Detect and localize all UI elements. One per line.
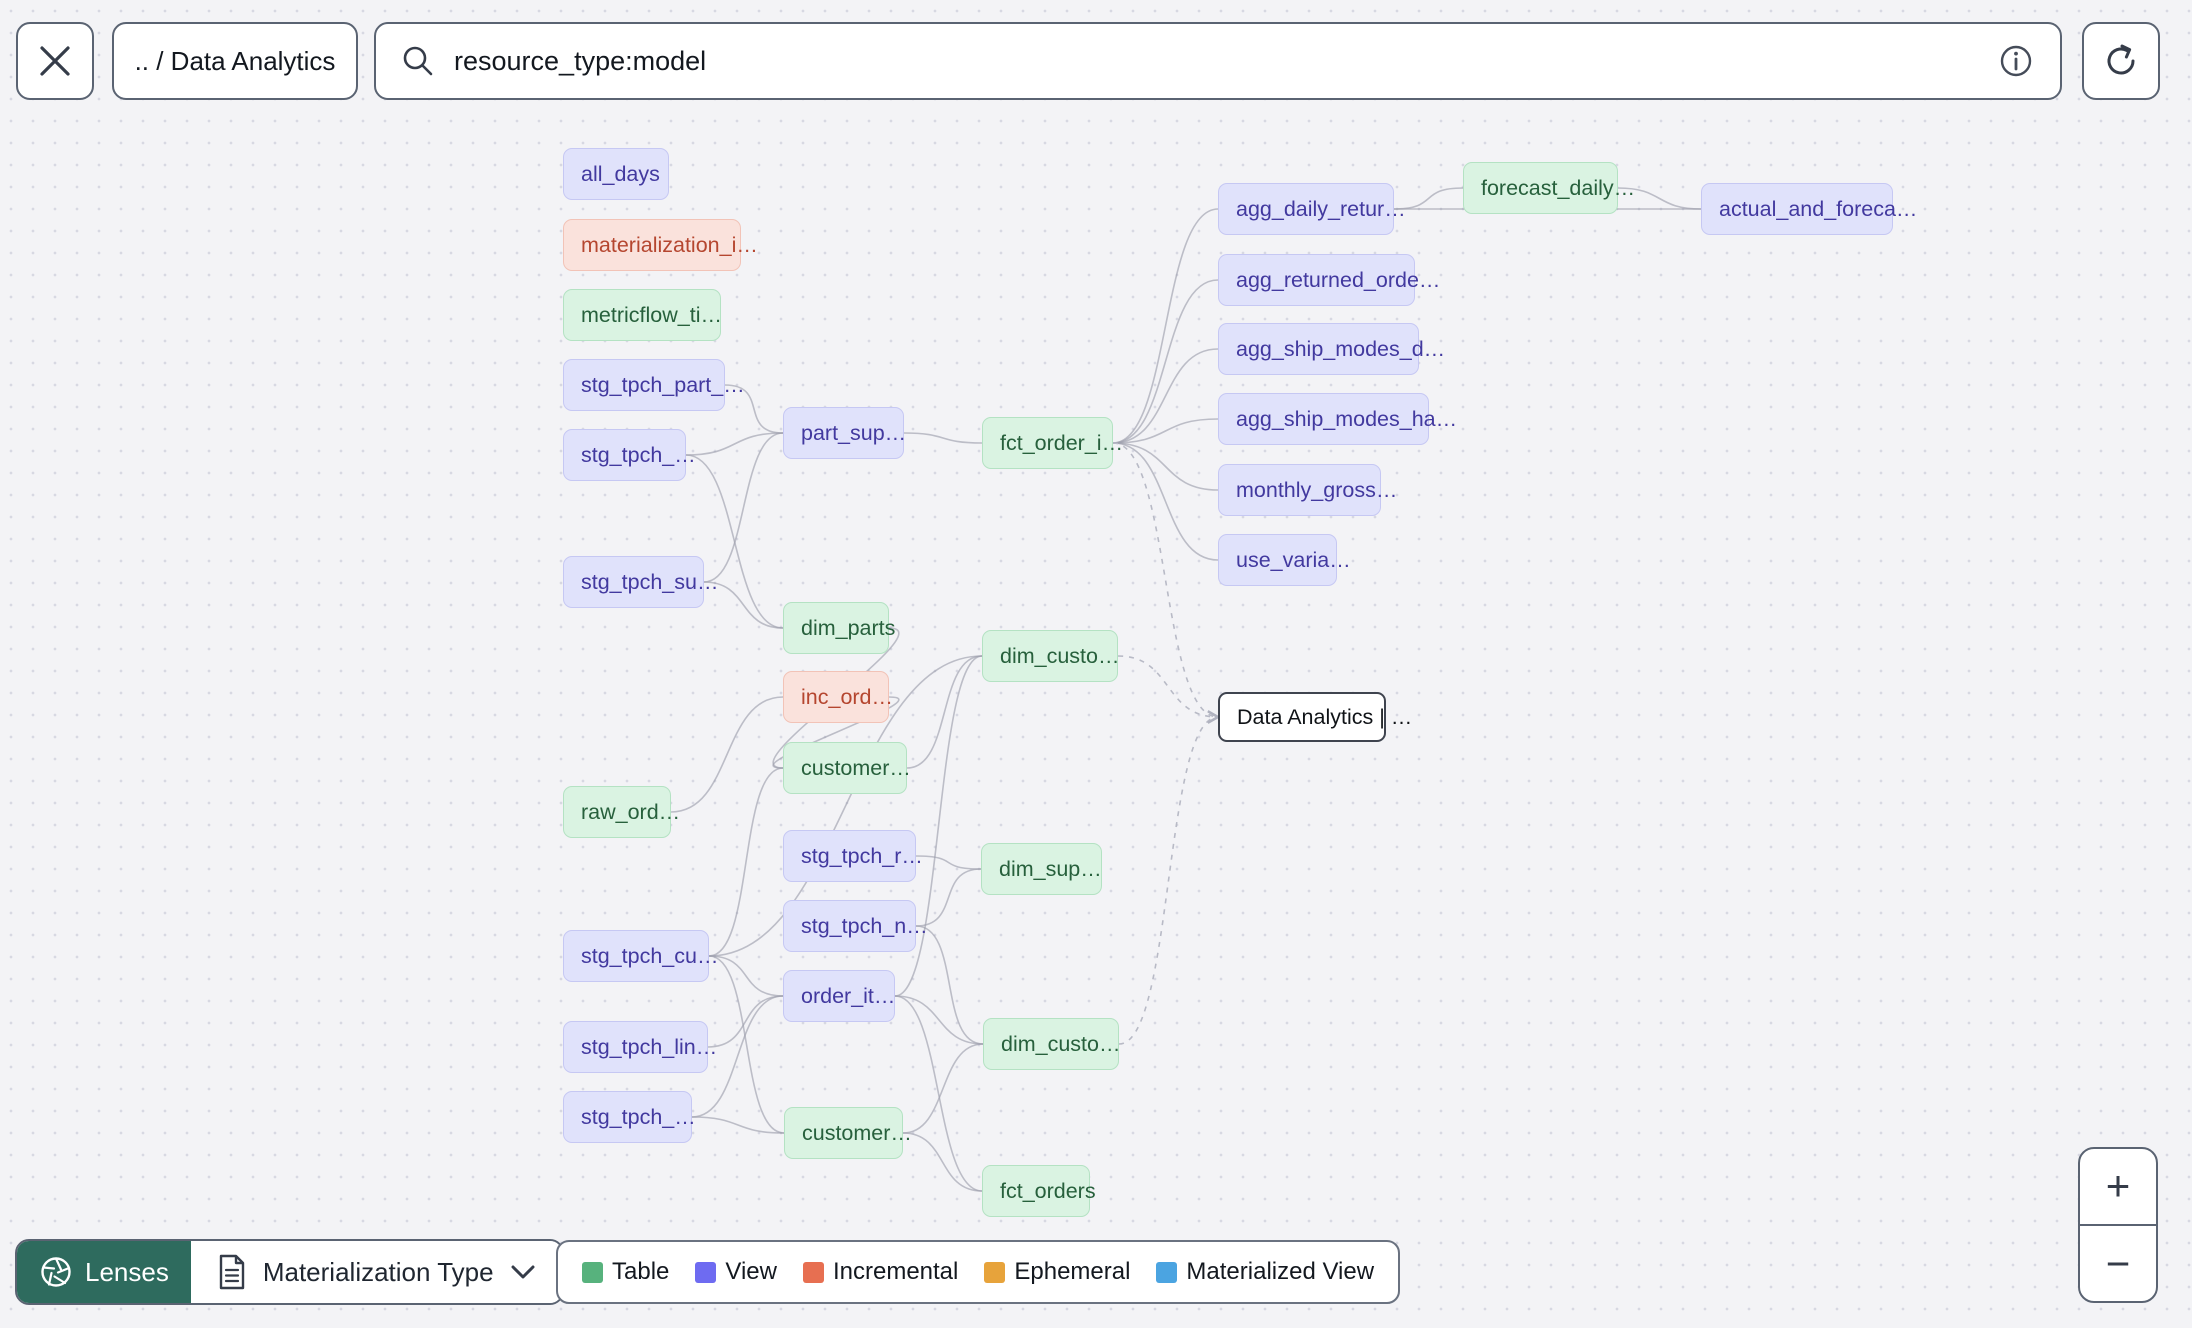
graph-node-n5[interactable]: stg_tpch_… <box>563 429 696 481</box>
search-input[interactable]: resource_type:model <box>374 22 2062 100</box>
graph-node-n28[interactable]: monthly_gross… <box>1218 464 1397 516</box>
legend-swatch <box>582 1261 603 1283</box>
lenses-label: Lenses <box>85 1256 169 1287</box>
refresh-button[interactable] <box>2082 22 2160 100</box>
selector-label: Materialization Type <box>262 1256 494 1287</box>
graph-node-n9[interactable]: stg_tpch_lin… <box>563 1021 717 1073</box>
close-button[interactable] <box>16 22 94 100</box>
breadcrumb-label: .. / Data Analytics <box>134 45 336 76</box>
legend-swatch <box>1156 1261 1178 1283</box>
graph-node-n29[interactable]: use_varia… <box>1218 534 1351 586</box>
aperture-icon <box>41 1257 71 1287</box>
graph-node-n3[interactable]: metricflow_ti… <box>563 289 722 341</box>
graph-node-n21[interactable]: dim_sup… <box>981 843 1102 895</box>
legend-item-incremental: Incremental <box>802 1258 959 1286</box>
graph-node-n26[interactable]: agg_ship_modes_d… <box>1218 323 1445 375</box>
legend: Table View Incremental Ephemeral Materialize… <box>556 1240 1401 1304</box>
graph-node-n8[interactable]: stg_tpch_cu… <box>563 930 718 982</box>
search-icon <box>403 46 433 76</box>
breadcrumb[interactable]: .. / Data Analytics <box>112 22 358 100</box>
graph-node-n14[interactable]: customer… <box>783 742 911 794</box>
legend-item-table: Table <box>582 1258 669 1286</box>
zoom-control: + − <box>2078 1147 2158 1303</box>
graph-node-n32[interactable]: Data Analytics | … <box>1218 692 1412 742</box>
legend-swatch <box>802 1261 824 1283</box>
legend-item-view: View <box>695 1258 777 1286</box>
graph-node-n13[interactable]: inc_ord… <box>783 671 893 723</box>
graph-node-n22[interactable]: dim_custo… <box>983 1018 1121 1070</box>
legend-label: Table <box>612 1258 670 1285</box>
graph-node-n27[interactable]: agg_ship_modes_ha… <box>1218 393 1457 445</box>
graph-node-n1[interactable]: all_days <box>563 148 669 200</box>
info-icon[interactable] <box>1996 41 2036 81</box>
graph-node-n4[interactable]: stg_tpch_part_… <box>563 359 745 411</box>
chevron-down-icon <box>511 1265 535 1279</box>
lenses-control: Lenses Materialization Type <box>15 1239 564 1305</box>
graph-node-n20[interactable]: dim_custo… <box>982 630 1120 682</box>
legend-item-ephemeral: Ephemeral <box>984 1258 1130 1286</box>
graph-node-n23[interactable]: fct_orders <box>982 1165 1096 1217</box>
graph-node-n19[interactable]: fct_order_i… <box>982 417 1123 469</box>
legend-label: Ephemeral <box>1014 1258 1131 1285</box>
close-icon <box>40 46 70 76</box>
graph-node-n6[interactable]: stg_tpch_su… <box>563 556 718 608</box>
materialization-type-selector[interactable]: Materialization Type <box>190 1241 562 1303</box>
legend-swatch <box>984 1261 1006 1283</box>
graph-node-n30[interactable]: forecast_daily… <box>1463 162 1635 214</box>
lineage-canvas[interactable]: all_days materialization_i… metricflow_ti…… <box>0 0 2192 1328</box>
graph-node-n10[interactable]: stg_tpch_… <box>563 1091 696 1143</box>
search-value: resource_type:model <box>454 45 707 76</box>
graph-node-n31[interactable]: actual_and_foreca… <box>1701 183 1917 235</box>
legend-label: Materialized View <box>1186 1258 1375 1285</box>
node-layer: all_days materialization_i… metricflow_ti…… <box>0 0 2192 1328</box>
graph-node-n25[interactable]: agg_returned_orde… <box>1218 254 1440 306</box>
document-icon <box>219 1254 245 1290</box>
zoom-out-button[interactable]: − <box>2080 1226 2156 1301</box>
graph-node-n17[interactable]: order_it… <box>783 970 895 1022</box>
graph-node-n2[interactable]: materialization_i… <box>563 219 758 271</box>
legend-item-materialized-view: Materialized View <box>1156 1258 1374 1286</box>
graph-node-n24[interactable]: agg_daily_retur… <box>1218 183 1406 235</box>
lenses-button[interactable]: Lenses <box>17 1241 191 1303</box>
graph-node-n11[interactable]: part_sup… <box>783 407 906 459</box>
zoom-in-button[interactable]: + <box>2080 1149 2156 1224</box>
graph-node-n7[interactable]: raw_ord… <box>563 786 680 838</box>
legend-swatch <box>695 1261 717 1283</box>
graph-node-n15[interactable]: stg_tpch_r… <box>783 830 923 882</box>
legend-label: View <box>725 1258 777 1285</box>
legend-label: Incremental <box>832 1258 959 1285</box>
graph-node-n18[interactable]: customer… <box>784 1107 912 1159</box>
graph-node-n12[interactable]: dim_parts <box>783 602 895 654</box>
refresh-icon <box>2107 44 2135 75</box>
graph-node-n16[interactable]: stg_tpch_n… <box>783 900 928 952</box>
